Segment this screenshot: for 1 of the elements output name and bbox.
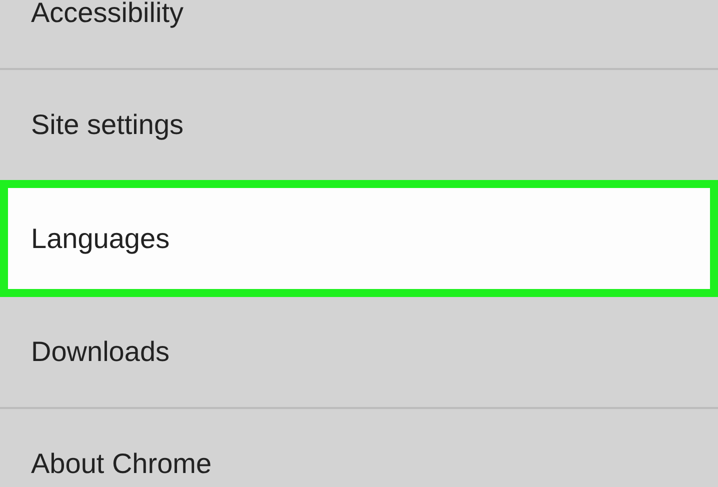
settings-item[interactable]: Languages bbox=[0, 180, 718, 297]
